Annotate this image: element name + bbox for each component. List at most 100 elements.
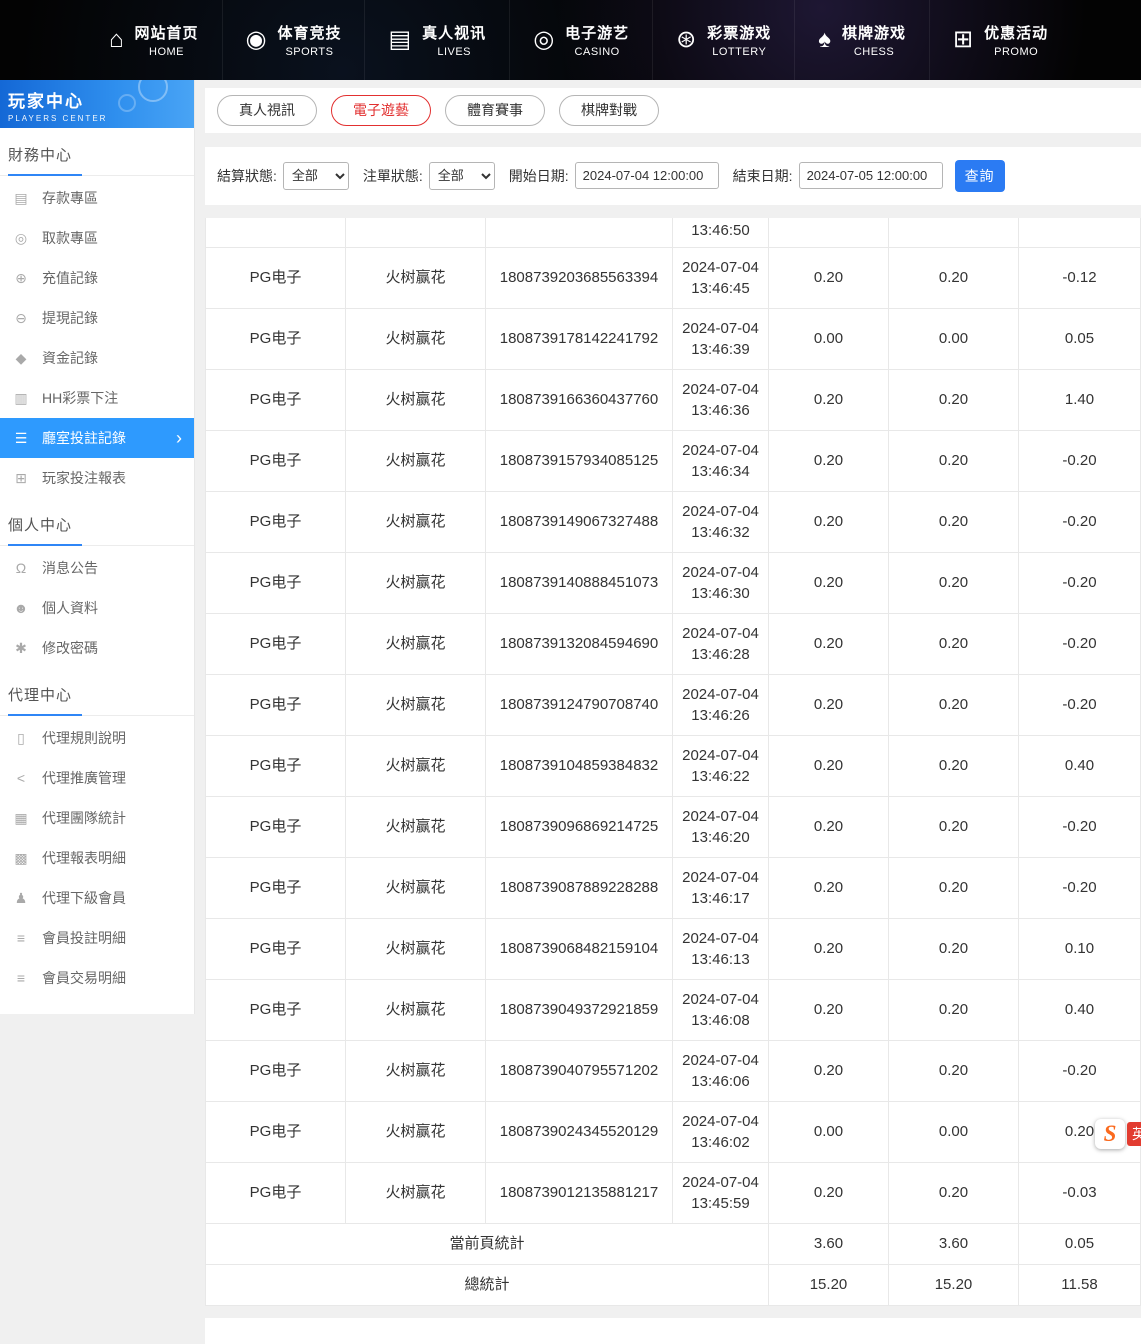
cell-time: 13:46:06 (677, 1071, 764, 1092)
sidebar-item-label: 會員投註明細 (42, 928, 126, 948)
tab-pill[interactable]: 真人視訊 (217, 95, 317, 126)
tab-pill[interactable]: 體育賽事 (445, 95, 545, 126)
cell-order: 1808739087889228288 (486, 857, 673, 918)
nav-label-en: PROMO (994, 46, 1038, 58)
table-row: PG电子火树赢花18087391408884510732024-07-0413:… (206, 552, 1141, 613)
cell-date: 2024-07-04 (677, 379, 764, 400)
search-button[interactable]: 查詢 (955, 160, 1005, 192)
sidebar-item-label: 提現記錄 (42, 308, 98, 328)
nav-item-lives[interactable]: ▤真人视讯LIVES (364, 0, 509, 80)
bet-table-body: 13:46:50PG电子火树赢花18087392036855633942024-… (206, 218, 1141, 1306)
end-date-input[interactable] (799, 162, 943, 189)
total-label: 當前頁統計 (206, 1223, 769, 1264)
sidebar-item[interactable]: ⊕充值記錄 (0, 258, 194, 298)
table-row: PG电子火树赢花18087390407955712022024-07-0413:… (206, 1040, 1141, 1101)
cell-datetime: 2024-07-0413:46:08 (673, 979, 769, 1040)
cell-order (486, 218, 673, 248)
sidebar-item[interactable]: ✱修改密碼 (0, 628, 194, 668)
table-row: PG电子火树赢花18087390121358812172024-07-0413:… (206, 1162, 1141, 1223)
settle-status-select[interactable]: 全部 (283, 162, 349, 190)
sidebar-item[interactable]: ◎取款專區 (0, 218, 194, 258)
cell-time: 13:46:30 (677, 583, 764, 604)
cell-time: 13:46:17 (677, 888, 764, 909)
cell-bet: 0.20 (769, 674, 889, 735)
cell-game: 火树赢花 (346, 247, 486, 308)
sidebar-item[interactable]: ▯代理規則說明 (0, 718, 194, 758)
profile-icon: ☻ (13, 601, 29, 615)
cell-bet: 0.20 (769, 613, 889, 674)
start-date-input[interactable] (575, 162, 719, 189)
sidebar-item[interactable]: Ω消息公告 (0, 548, 194, 588)
cell-datetime: 2024-07-0413:46:06 (673, 1040, 769, 1101)
cell-winloss: -0.20 (1019, 491, 1141, 552)
nav-item-sports[interactable]: ◉体育竞技SPORTS (222, 0, 365, 80)
sidebar-title: 玩家中心 (8, 87, 194, 112)
sidebar-item[interactable]: ☻個人資料 (0, 588, 194, 628)
sidebar-item[interactable]: ≡會員交易明細 (0, 958, 194, 998)
sidebar-item[interactable]: <代理推廣管理 (0, 758, 194, 798)
nav-label-en: CASINO (575, 46, 620, 58)
cell-order: 1808739140888451073 (486, 552, 673, 613)
cell-order: 1808739178142241792 (486, 308, 673, 369)
table-row: PG电子火树赢花18087391663604377602024-07-0413:… (206, 369, 1141, 430)
cell-winloss: -0.12 (1019, 247, 1141, 308)
cell-winloss: 0.05 (1019, 308, 1141, 369)
sidebar-item[interactable]: ▩代理報表明細 (0, 838, 194, 878)
cell-game: 火树赢花 (346, 1101, 486, 1162)
sidebar-column: 玩家中心 PLAYERS CENTER 財務中心▤存款專區◎取款專區⊕充值記錄⊖… (0, 80, 195, 1014)
member-bets-icon: ≡ (13, 931, 29, 945)
table-row: PG电子火树赢花18087390878892282882024-07-0413:… (206, 857, 1141, 918)
sidebar-item[interactable]: ▥HH彩票下注 (0, 378, 194, 418)
nav-item-promo[interactable]: ⊞优惠活动PROMO (929, 0, 1071, 80)
cell-datetime: 13:46:50 (673, 218, 769, 248)
total-valid: 3.60 (889, 1223, 1019, 1264)
ime-mode-badge[interactable]: 英 (1127, 1122, 1141, 1146)
sidebar-item[interactable]: ◆資金記錄 (0, 338, 194, 378)
sidebar-item[interactable]: ♟代理下級會員 (0, 878, 194, 918)
sidebar-item-label: 修改密碼 (42, 638, 98, 658)
nav-item-home[interactable]: ⌂网站首页HOME (86, 0, 222, 80)
cell-bet: 0.20 (769, 430, 889, 491)
order-status-select[interactable]: 全部 (429, 162, 495, 190)
tab-pill[interactable]: 電子遊藝 (331, 95, 431, 126)
sidebar-item-label: 代理報表明細 (42, 848, 126, 868)
sidebar-item[interactable]: ⊖提現記錄 (0, 298, 194, 338)
cell-valid: 0.20 (889, 430, 1019, 491)
cell-platform: PG电子 (206, 247, 346, 308)
nav-label-en: LOTTERY (712, 46, 766, 58)
lottery-bet-icon: ▥ (13, 391, 29, 405)
nav-item-chess[interactable]: ♠棋牌游戏CHESS (794, 0, 929, 80)
funds-record-icon: ◆ (13, 351, 29, 365)
cell-bet: 0.20 (769, 735, 889, 796)
nav-item-casino[interactable]: ◎电子游艺CASINO (509, 0, 652, 80)
nav-label-zh: 网站首页 (135, 22, 199, 43)
cell-valid: 0.20 (889, 735, 1019, 796)
cell-date: 2024-07-04 (677, 623, 764, 644)
cell-time: 13:46:20 (677, 827, 764, 848)
casino-chip-icon: ◎ (533, 28, 554, 52)
sidebar-item[interactable]: ≡ 會員投註明細 (0, 918, 194, 958)
sidebar-item[interactable]: ☰廳室投註記錄› (0, 418, 194, 458)
tab-pill[interactable]: 棋牌對戰 (559, 95, 659, 126)
nav-item-lottery[interactable]: ⊛彩票游戏LOTTERY (652, 0, 794, 80)
cell-valid: 0.20 (889, 674, 1019, 735)
ime-indicator: S 英 (1095, 1119, 1141, 1149)
cell-platform: PG电子 (206, 308, 346, 369)
total-bet: 15.20 (769, 1264, 889, 1305)
cell-bet: 0.00 (769, 308, 889, 369)
nav-item-text: 优惠活动PROMO (984, 22, 1048, 58)
sidebar-item-label: 代理團隊統計 (42, 808, 126, 828)
cell-winloss: -0.20 (1019, 552, 1141, 613)
total-bet: 3.60 (769, 1223, 889, 1264)
deposit-icon: ▤ (13, 191, 29, 205)
sidebar-item[interactable]: ⊞玩家投注報表 (0, 458, 194, 498)
cell-winloss: -0.20 (1019, 430, 1141, 491)
grand-total-row: 總統計15.2015.2011.58 (206, 1264, 1141, 1305)
sogou-logo-icon[interactable]: S (1095, 1119, 1125, 1149)
cell-game: 火树赢花 (346, 857, 486, 918)
total-label: 總統計 (206, 1264, 769, 1305)
cell-platform: PG电子 (206, 552, 346, 613)
cell-game: 火树赢花 (346, 674, 486, 735)
sidebar-item[interactable]: ▤存款專區 (0, 178, 194, 218)
sidebar-item[interactable]: ▦代理團隊統計 (0, 798, 194, 838)
